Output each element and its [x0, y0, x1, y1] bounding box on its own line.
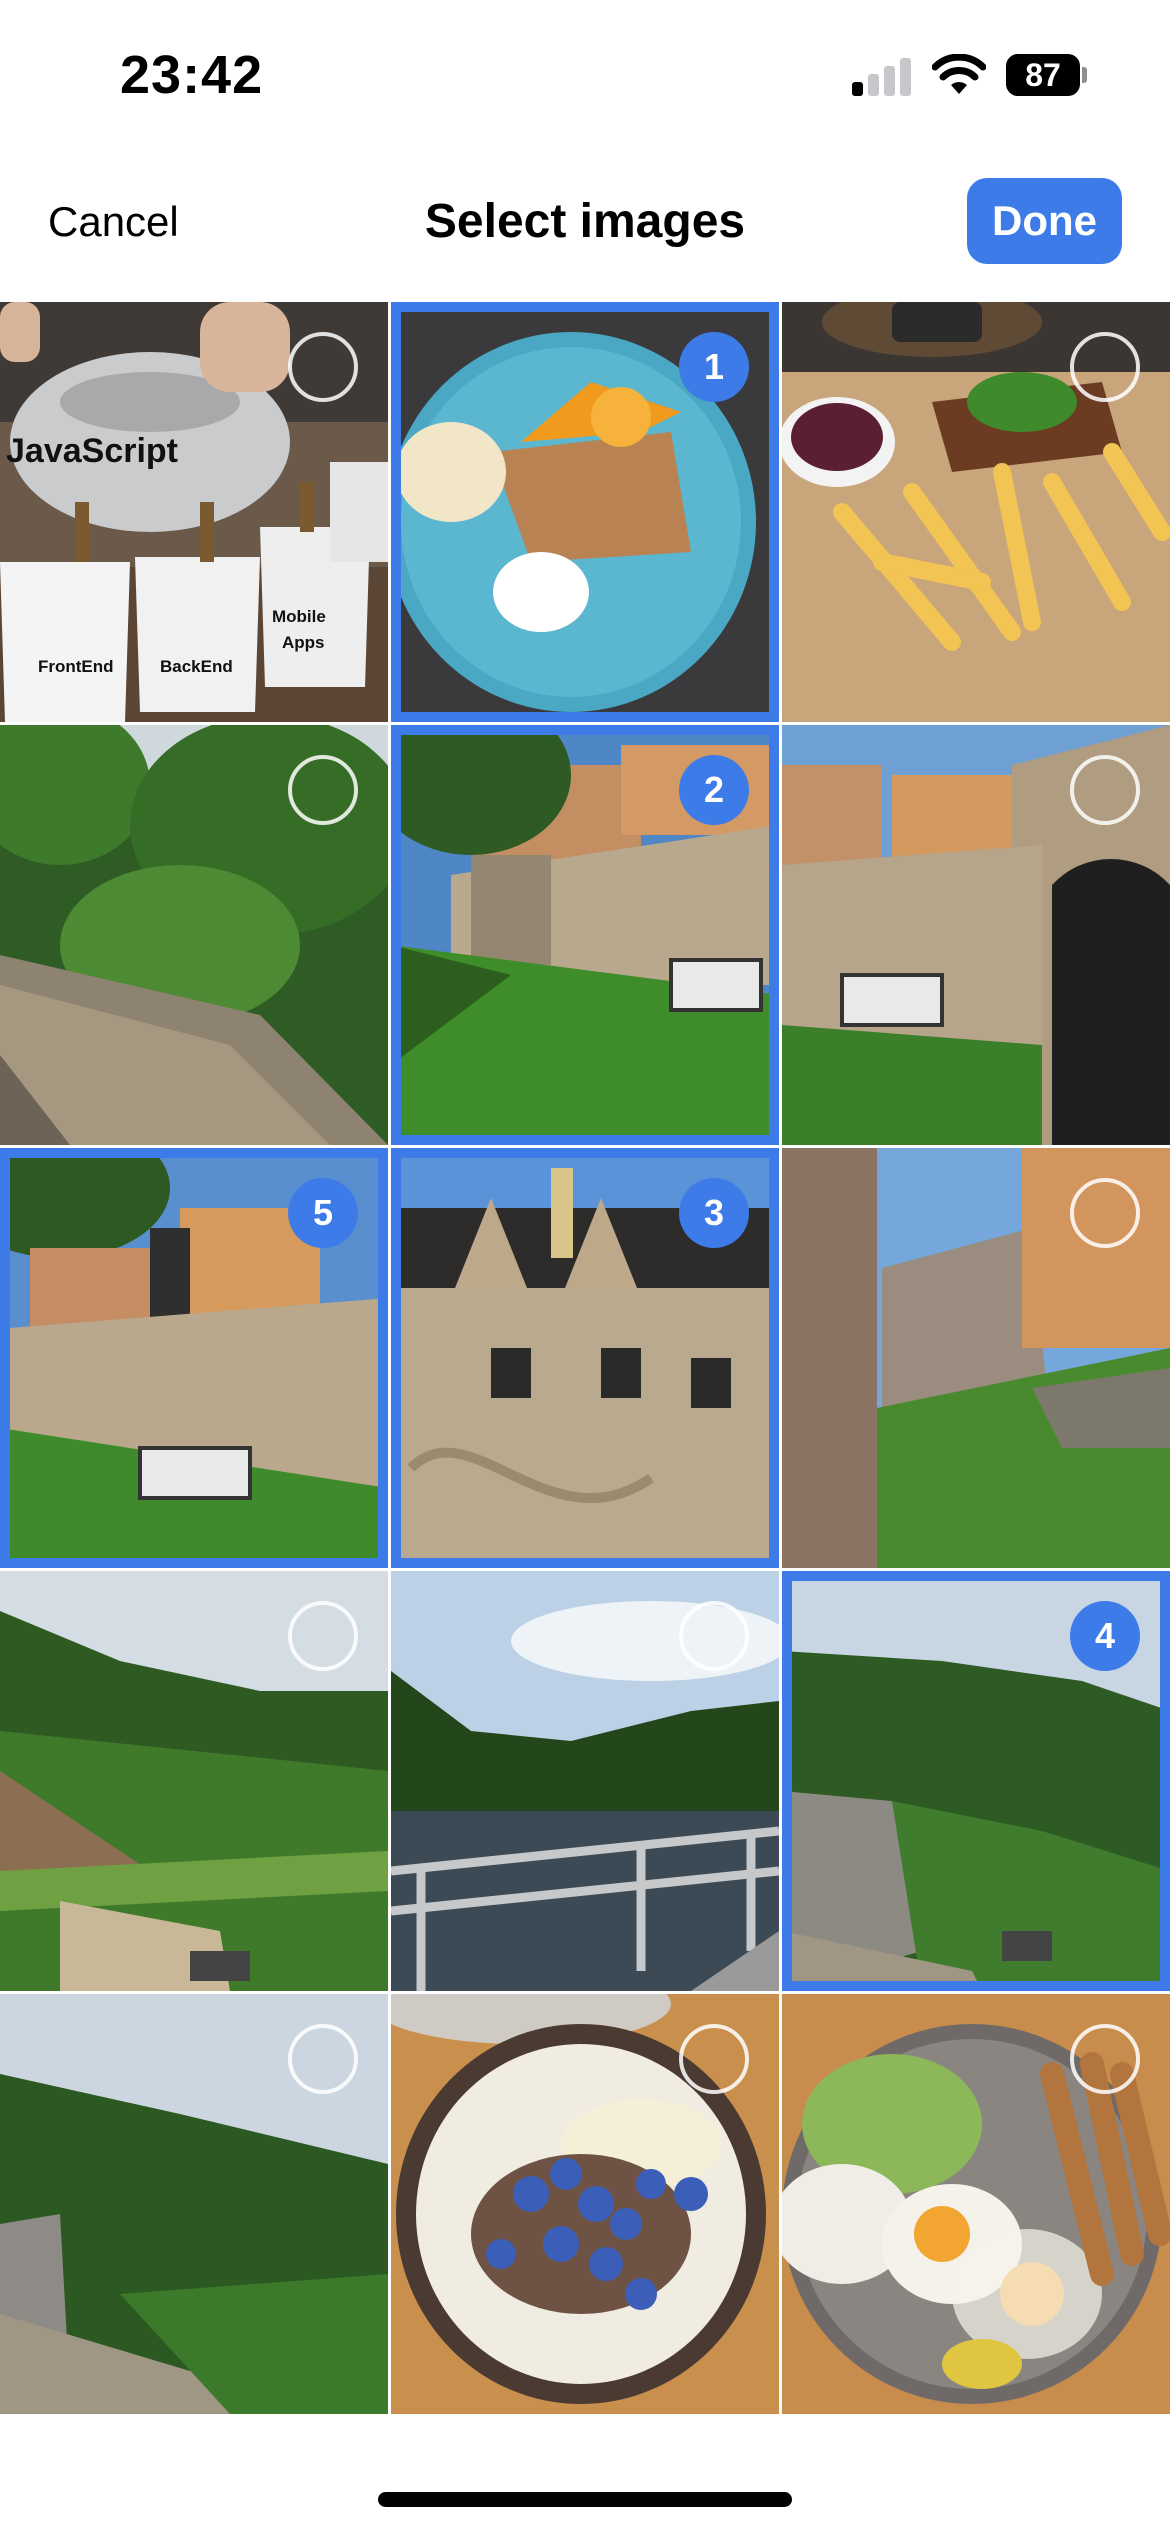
- image-tile[interactable]: [0, 725, 388, 1145]
- image-tile[interactable]: JavaScript FrontEnd BackEnd Mobile Apps: [0, 302, 388, 722]
- image-tile[interactable]: 3: [391, 1148, 779, 1568]
- select-circle[interactable]: [1070, 755, 1140, 825]
- status-bar: 23:42 87: [0, 0, 1170, 150]
- selection-order-badge[interactable]: 5: [288, 1178, 358, 1248]
- image-tile[interactable]: 5: [0, 1148, 388, 1568]
- battery-level: 87: [1006, 54, 1080, 96]
- image-grid: JavaScript FrontEnd BackEnd Mobile Apps …: [0, 302, 1170, 2414]
- wifi-icon: [932, 54, 986, 94]
- image-tile[interactable]: 1: [391, 302, 779, 722]
- home-indicator-area: [0, 2414, 1170, 2532]
- selection-order-badge[interactable]: 3: [679, 1178, 749, 1248]
- status-time: 23:42: [120, 45, 264, 105]
- image-tile[interactable]: 2: [391, 725, 779, 1145]
- image-tile[interactable]: [391, 1571, 779, 1991]
- image-tile[interactable]: [391, 1994, 779, 2414]
- image-tile[interactable]: 4: [782, 1571, 1170, 1991]
- selection-order-badge[interactable]: 2: [679, 755, 749, 825]
- select-circle[interactable]: [1070, 332, 1140, 402]
- select-circle[interactable]: [679, 2024, 749, 2094]
- image-tile[interactable]: [782, 725, 1170, 1145]
- meme-label-mobile: Mobile: [272, 607, 326, 626]
- select-circle[interactable]: [288, 1601, 358, 1671]
- meme-heading: JavaScript: [6, 432, 178, 470]
- nav-bar: Cancel Select images Done: [0, 160, 1170, 300]
- image-tile[interactable]: [0, 1994, 388, 2414]
- done-button[interactable]: Done: [967, 178, 1122, 264]
- home-indicator[interactable]: [378, 2492, 792, 2507]
- image-tile[interactable]: [782, 1148, 1170, 1568]
- meme-label-frontend: FrontEnd: [38, 657, 114, 676]
- select-circle[interactable]: [288, 755, 358, 825]
- cancel-button[interactable]: Cancel: [48, 198, 179, 246]
- battery-icon: 87: [1006, 54, 1087, 96]
- image-tile[interactable]: [782, 302, 1170, 722]
- meme-label-backend: BackEnd: [160, 657, 233, 676]
- select-circle[interactable]: [288, 332, 358, 402]
- cellular-signal-icon: [852, 56, 912, 96]
- select-circle[interactable]: [288, 2024, 358, 2094]
- select-circle[interactable]: [1070, 1178, 1140, 1248]
- select-circle[interactable]: [679, 1601, 749, 1671]
- meme-label-apps: Apps: [282, 633, 325, 652]
- selection-order-badge[interactable]: 1: [679, 332, 749, 402]
- selection-order-badge[interactable]: 4: [1070, 1601, 1140, 1671]
- image-tile[interactable]: [0, 1571, 388, 1991]
- image-tile[interactable]: [782, 1994, 1170, 2414]
- select-circle[interactable]: [1070, 2024, 1140, 2094]
